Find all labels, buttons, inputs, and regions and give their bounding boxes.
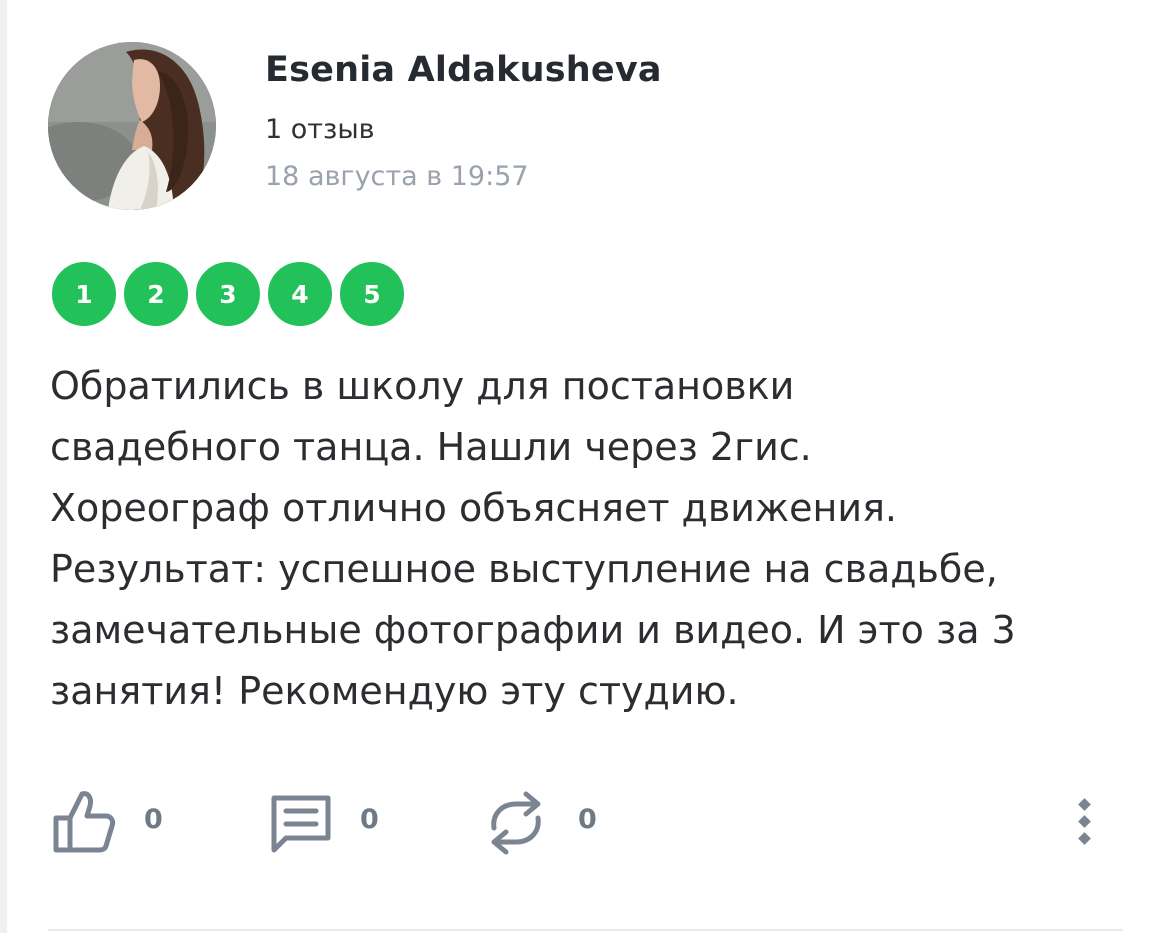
review-count[interactable]: 1 отзыв <box>265 114 375 145</box>
review-date: 18 августа в 19:57 <box>265 161 529 192</box>
like-button[interactable] <box>52 788 116 858</box>
repost-icon <box>491 791 541 855</box>
review-line: Результат: успешное выступление на свадь… <box>50 547 998 591</box>
rating-dot-5: 5 <box>336 258 408 330</box>
comment-icon <box>271 795 331 853</box>
repost-count: 0 <box>578 804 597 835</box>
comment-count: 0 <box>360 804 379 835</box>
rating-dot-4: 4 <box>264 258 336 330</box>
more-vertical-icon <box>1078 798 1091 845</box>
comment-button[interactable] <box>270 794 332 858</box>
rating-dot-3: 3 <box>192 258 264 330</box>
divider <box>48 929 1123 931</box>
more-button[interactable] <box>1070 790 1100 850</box>
review-line: Обратились в школу для постановки <box>50 364 795 408</box>
review-line: Хореограф отлично объясняет движения. <box>50 486 898 530</box>
repost-button[interactable] <box>484 788 548 862</box>
rating-dot-2: 2 <box>120 258 192 330</box>
avatar-photo <box>48 42 216 210</box>
review-line: свадебного танца. Нашли через 2гис. <box>50 425 812 469</box>
like-count: 0 <box>144 804 163 835</box>
review-text: Обратились в школу для постановки свадеб… <box>50 356 1135 722</box>
author-name[interactable]: Esenia Aldakusheva <box>265 50 662 90</box>
rating-dot-1: 1 <box>48 258 120 330</box>
rating: 1 2 3 4 5 <box>48 258 413 330</box>
thumbs-up-icon <box>53 791 116 853</box>
review-line: замечательные фотографии и видео. И это … <box>50 608 1016 652</box>
avatar[interactable] <box>48 42 216 210</box>
review-line: занятия! Рекомендую эту студию. <box>50 669 739 713</box>
action-bar: 0 0 0 <box>0 780 1170 860</box>
